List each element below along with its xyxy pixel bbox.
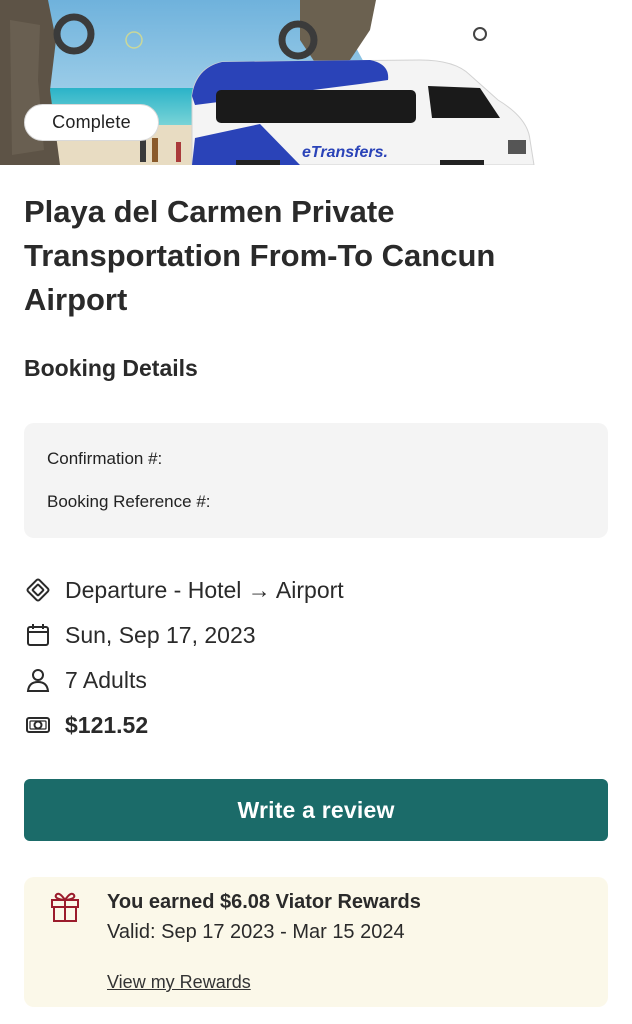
hero-banner: eTransfers. Complete (0, 0, 632, 165)
price-row: $121.52 (24, 708, 148, 742)
rewards-validity: Valid: Sep 17 2023 - Mar 15 2024 (107, 921, 405, 943)
travelers-row: 7 Adults (24, 663, 147, 697)
price-text: $121.52 (65, 711, 149, 738)
person-icon (24, 666, 52, 694)
booking-reference-card: Confirmation #: Booking Reference #: (24, 423, 608, 538)
rewards-title: You earned $6.08 Viator Rewards (107, 891, 421, 913)
confirmation-number: Confirmation #: (47, 449, 163, 468)
gift-icon (49, 889, 81, 923)
calendar-icon (24, 621, 52, 649)
route-row: Departure - Hotel → Airport (24, 573, 344, 607)
view-rewards-link[interactable]: View my Rewards (107, 972, 251, 993)
money-icon (24, 711, 52, 739)
status-badge: Complete (24, 104, 159, 141)
write-review-button[interactable]: Write a review (24, 779, 608, 841)
svg-text:eTransfers.: eTransfers. (302, 144, 388, 161)
rewards-card: You earned $6.08 Viator Rewards Valid: S… (24, 877, 608, 1007)
date-row: Sun, Sep 17, 2023 (24, 618, 256, 652)
booking-reference-number: Booking Reference #: (47, 492, 211, 511)
route-text: Departure - Hotel → Airport (65, 576, 344, 603)
ticket-icon (24, 576, 52, 604)
date-text: Sun, Sep 17, 2023 (65, 621, 256, 648)
booking-details-heading: Booking Details (24, 355, 198, 381)
page-title: Playa del Carmen Private Transportation … (24, 194, 496, 317)
travelers-text: 7 Adults (65, 666, 147, 693)
